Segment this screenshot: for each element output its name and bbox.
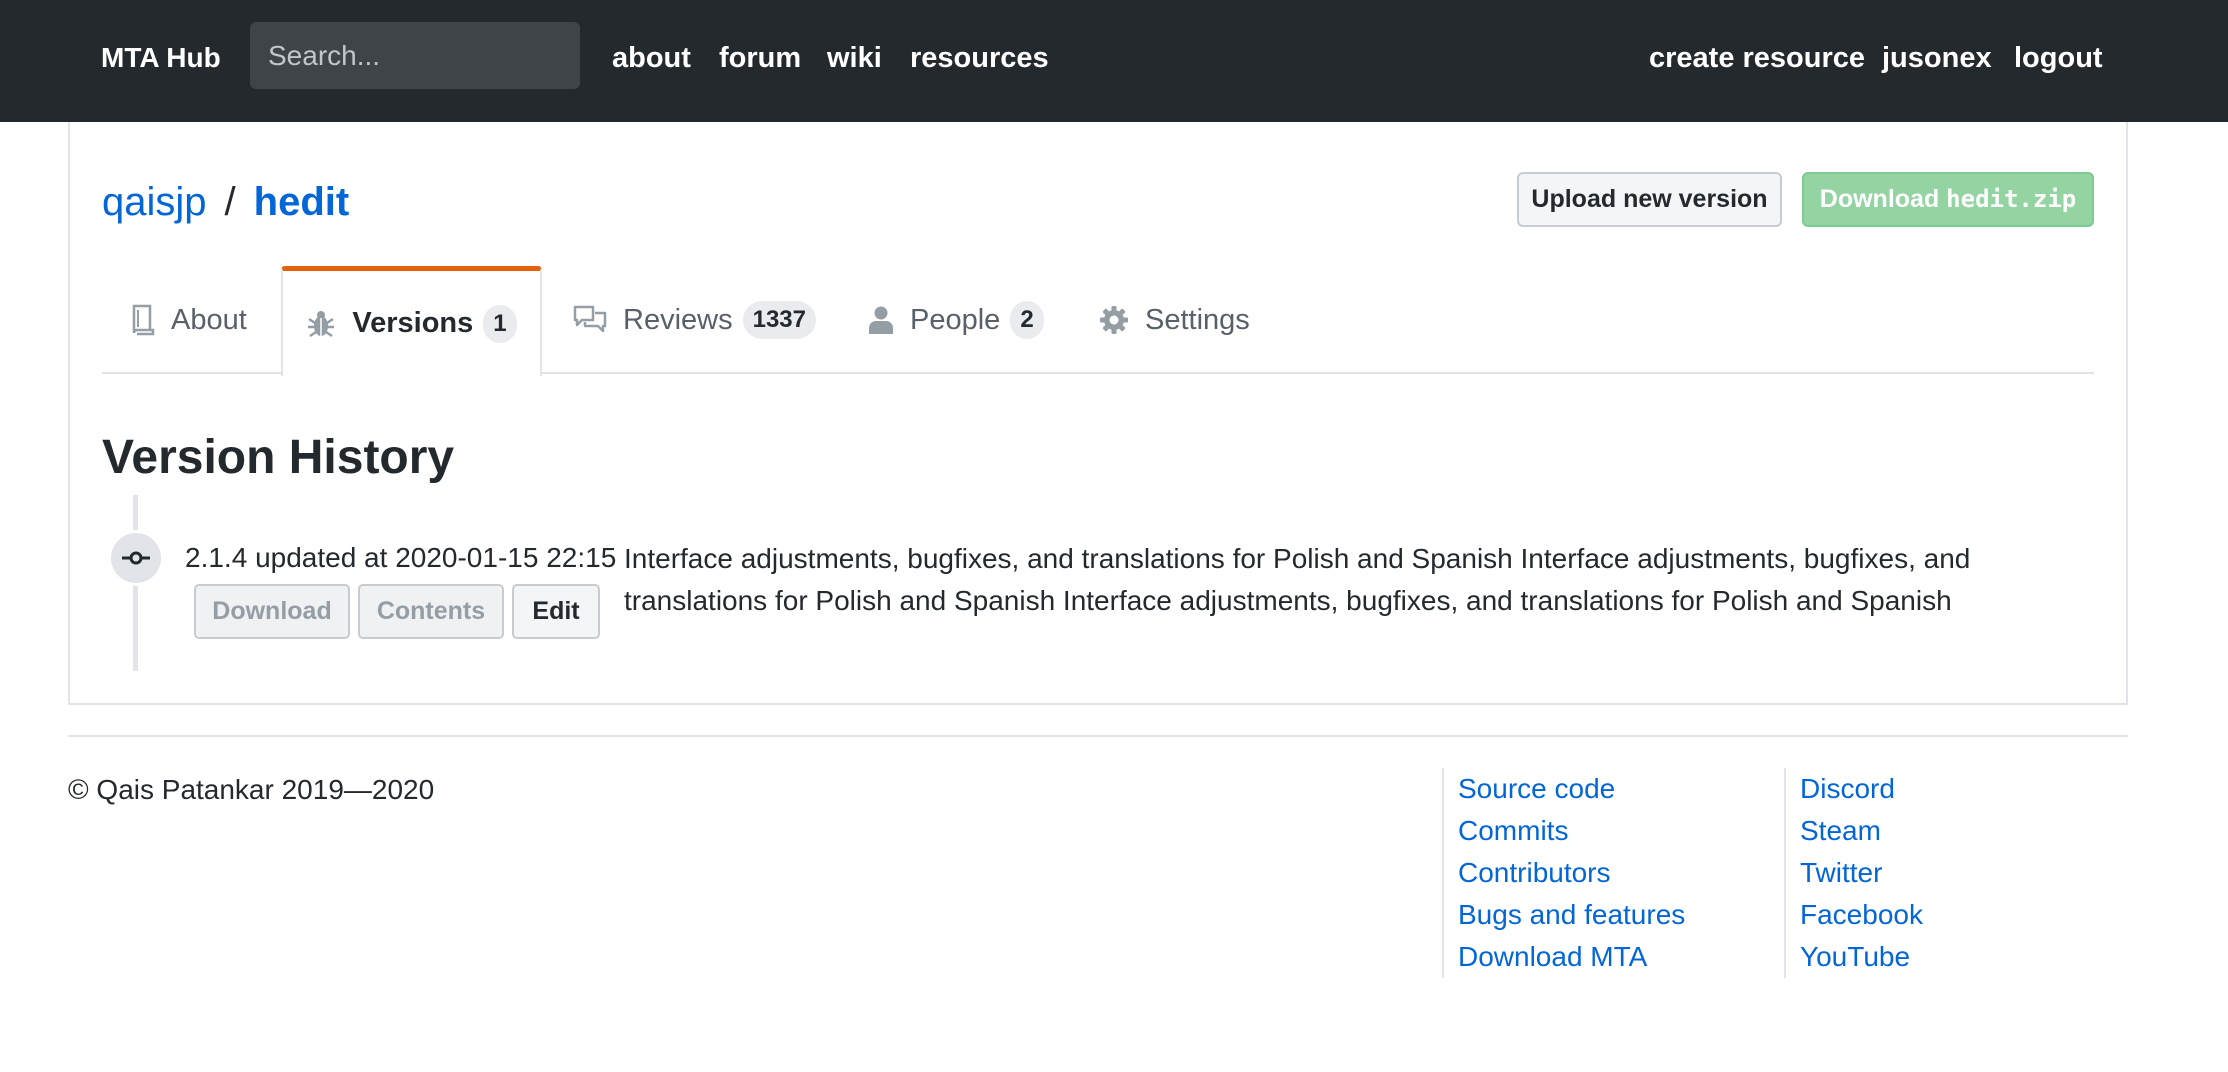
tab-versions-label: Versions: [352, 307, 474, 339]
tab-versions[interactable]: Versions 1: [281, 266, 542, 376]
version-history-title: Version History: [102, 431, 455, 484]
nav-link-about[interactable]: about: [612, 40, 691, 76]
nav-link-logout[interactable]: logout: [2014, 40, 2103, 76]
tab-about-label: About: [171, 303, 247, 336]
resource-owner-link[interactable]: qaisjp: [102, 180, 207, 224]
tab-people[interactable]: People 2: [868, 266, 1044, 374]
bug-icon: [306, 309, 336, 339]
footer-project-links: Source code Commits Contributors Bugs an…: [1442, 768, 1784, 978]
version-download-button[interactable]: Download: [194, 584, 350, 639]
footer-divider: [68, 735, 2128, 737]
version-contents-button[interactable]: Contents: [358, 584, 504, 639]
footer-link-facebook[interactable]: Facebook: [1800, 894, 1974, 936]
upload-new-version-button[interactable]: Upload new version: [1517, 172, 1782, 227]
version-timestamp: 2020-01-15 22:15: [395, 542, 617, 573]
tab-settings[interactable]: Settings: [1099, 266, 1250, 374]
footer-link-download-mta[interactable]: Download MTA: [1458, 936, 1774, 978]
nav-link-forum[interactable]: forum: [719, 40, 801, 76]
footer-link-youtube[interactable]: YouTube: [1800, 936, 1974, 978]
versions-count-badge: 1: [483, 304, 517, 343]
nav-link-resources[interactable]: resources: [910, 40, 1049, 76]
download-zip-button[interactable]: Download hedit.zip: [1802, 172, 2094, 227]
tab-about[interactable]: About: [131, 266, 247, 374]
brand-link[interactable]: MTA Hub: [101, 40, 221, 76]
version-number: 2.1.4: [185, 542, 248, 573]
footer-social-links: Discord Steam Twitter Facebook YouTube: [1784, 768, 1984, 978]
people-count-badge: 2: [1010, 301, 1044, 339]
person-icon: [868, 305, 894, 335]
copyright-text: © Qais Patankar 2019—2020: [68, 774, 435, 805]
nav-link-wiki[interactable]: wiki: [827, 40, 882, 76]
version-edit-button[interactable]: Edit: [512, 584, 600, 639]
book-icon: [131, 304, 155, 336]
footer-link-source-code[interactable]: Source code: [1458, 768, 1774, 810]
resource-title: qaisjp / hedit: [102, 178, 349, 226]
top-navbar: MTA Hub about forum wiki resources creat…: [0, 0, 2228, 122]
commit-icon: [108, 530, 164, 586]
tab-people-label: People: [910, 303, 1001, 336]
tab-reviews-label: Reviews: [623, 303, 733, 336]
version-meta: 2.1.4 updated at 2020-01-15 22:15: [185, 540, 616, 576]
footer-link-commits[interactable]: Commits: [1458, 810, 1774, 852]
tab-settings-label: Settings: [1145, 303, 1250, 336]
footer-link-twitter[interactable]: Twitter: [1800, 852, 1974, 894]
footer-link-contributors[interactable]: Contributors: [1458, 852, 1774, 894]
version-release-notes: Interface adjustments, bugfixes, and tra…: [624, 543, 1971, 616]
footer-link-discord[interactable]: Discord: [1800, 768, 1974, 810]
search-input[interactable]: [250, 22, 580, 89]
nav-link-create-resource[interactable]: create resource: [1649, 40, 1865, 76]
reviews-count-badge: 1337: [742, 301, 816, 339]
title-separator: /: [224, 180, 236, 224]
resource-name-link[interactable]: hedit: [254, 180, 350, 224]
footer-link-bugs-and-features[interactable]: Bugs and features: [1458, 894, 1774, 936]
footer-link-steam[interactable]: Steam: [1800, 810, 1974, 852]
download-zip-label: Download: [1819, 185, 1947, 213]
nav-link-user[interactable]: jusonex: [1882, 40, 1992, 76]
gear-icon: [1099, 305, 1129, 335]
tab-reviews[interactable]: Reviews 1337: [573, 266, 816, 374]
download-zip-filename: hedit.zip: [1946, 185, 2077, 213]
version-updated-text: updated at: [255, 542, 388, 573]
comments-icon: [573, 305, 607, 335]
